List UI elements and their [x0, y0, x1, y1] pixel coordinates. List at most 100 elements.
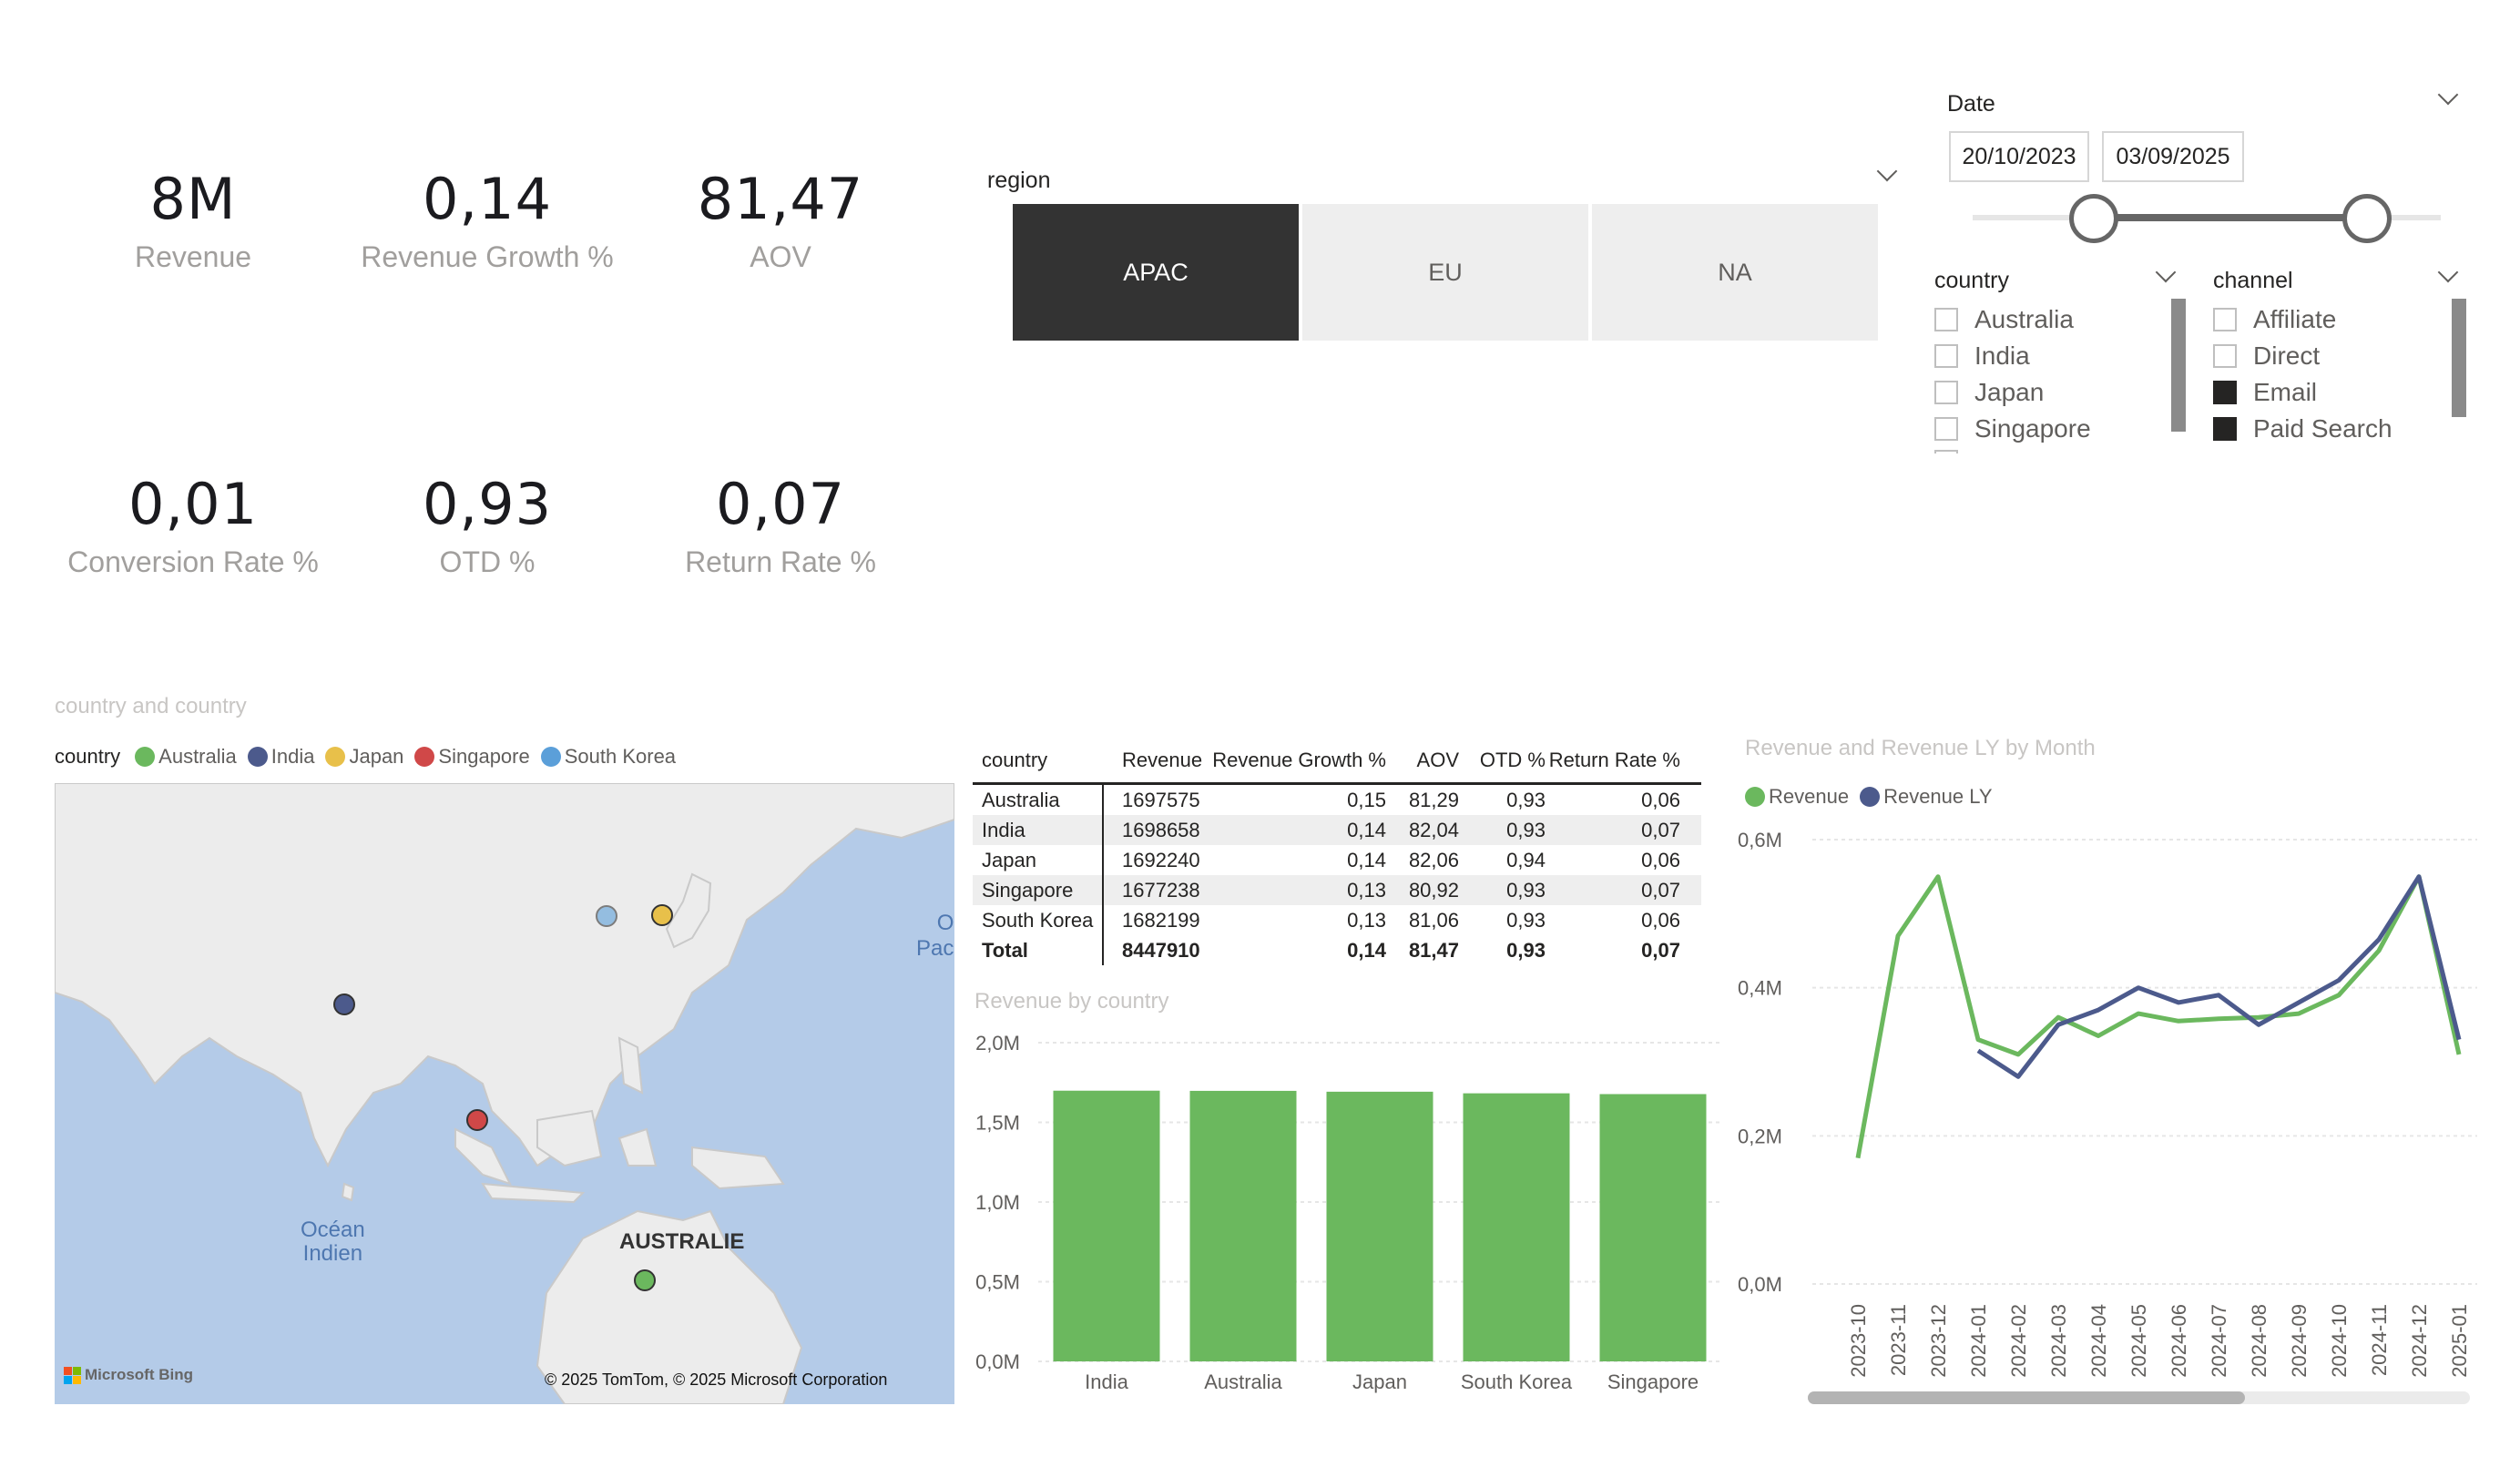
legend-dot: [247, 747, 268, 767]
kpi-value: 0,01: [128, 471, 259, 537]
kpi-aov: 81,47 AOV: [635, 164, 926, 274]
legend-dot: [325, 747, 346, 767]
col-header[interactable]: Revenue Growth %: [1209, 749, 1386, 772]
chevron-down-icon[interactable]: [2437, 84, 2459, 106]
line-chart: 0,0M 0,2M 0,4M 0,6M 2023-10 2023-11 2023-12 202…: [1738, 829, 2477, 1378]
map-point-south-korea[interactable]: [596, 905, 617, 927]
country-option-australia[interactable]: Australia: [1934, 303, 2074, 336]
x-tick-label: South Korea: [1461, 1370, 1573, 1393]
table-row[interactable]: Singapore 1677238 0,13 80,92 0,93 0,07: [973, 875, 1701, 905]
checkbox[interactable]: [1934, 308, 1958, 331]
date-start-input[interactable]: 20/10/2023: [1949, 131, 2089, 182]
channel-option-paid-search[interactable]: Paid Search: [2213, 413, 2392, 445]
x-tick-label: India: [1085, 1370, 1128, 1393]
kpi-otd: 0,93 OTD %: [342, 469, 633, 579]
x-tick-label: Japan: [1352, 1370, 1407, 1393]
bar[interactable]: [1599, 1094, 1707, 1361]
country-option-japan[interactable]: Japan: [1934, 376, 2044, 409]
legend-item-revenue[interactable]: Revenue: [1745, 785, 1849, 809]
chevron-down-icon[interactable]: [1876, 160, 1898, 182]
bar-chart-title: Revenue by country: [974, 989, 1169, 1014]
checkbox[interactable]: [1934, 417, 1958, 441]
map-legend: country Australia India Japan Singapore …: [55, 745, 687, 769]
chevron-down-icon[interactable]: [2437, 261, 2459, 283]
bar[interactable]: [1326, 1091, 1433, 1361]
checkbox[interactable]: [1934, 381, 1958, 404]
map-canvas[interactable]: Océan Indien AUSTRALIE O Pac Microsoft B…: [55, 783, 954, 1404]
checkbox[interactable]: [2213, 381, 2237, 404]
legend-dot: [540, 747, 561, 767]
channel-slicer-title: channel: [2213, 268, 2293, 293]
col-header[interactable]: Return Rate %: [1546, 749, 1691, 772]
legend-item-south-korea[interactable]: South Korea: [540, 745, 676, 769]
map-label-australia: AUSTRALIE: [619, 1229, 745, 1254]
col-header[interactable]: OTD %: [1459, 749, 1546, 772]
x-tick-label: 2024-08: [2248, 1304, 2270, 1378]
legend-item-singapore[interactable]: Singapore: [414, 745, 530, 769]
map-point-australia[interactable]: [634, 1269, 656, 1291]
series-line[interactable]: [1976, 874, 2462, 1079]
x-tick-label: 2024-12: [2408, 1304, 2431, 1378]
channel-option-affiliate[interactable]: Affiliate: [2213, 303, 2336, 336]
checkbox[interactable]: [2213, 417, 2237, 441]
region-tile-na[interactable]: NA: [1592, 204, 1878, 341]
map-point-japan[interactable]: [651, 904, 673, 926]
kpi-label: Revenue: [134, 240, 252, 273]
x-tick-label: 2025-01: [2448, 1304, 2471, 1378]
table-row[interactable]: South Korea 1682199 0,13 81,06 0,93 0,06: [973, 905, 1701, 935]
kpi-revenue-growth: 0,14 Revenue Growth %: [342, 164, 633, 274]
date-range-fill: [2095, 214, 2368, 221]
bar[interactable]: [1189, 1090, 1297, 1361]
bar[interactable]: [1463, 1093, 1570, 1361]
country-table: country Revenue Revenue Growth % AOV OTD…: [973, 738, 1701, 965]
col-header[interactable]: Revenue: [1104, 749, 1209, 772]
legend-item-india[interactable]: India: [247, 745, 314, 769]
checkbox-partial: [1934, 450, 1958, 453]
chevron-down-icon[interactable]: [2155, 261, 2177, 283]
country-slicer-scrollbar[interactable]: [2171, 299, 2186, 432]
col-header[interactable]: country: [973, 738, 1104, 782]
legend-item-australia[interactable]: Australia: [135, 745, 237, 769]
series-line[interactable]: [1855, 874, 2462, 1159]
bing-logo: Microsoft Bing: [64, 1366, 193, 1384]
date-start-handle[interactable]: [2069, 194, 2118, 243]
line-chart-scrollbar[interactable]: [1808, 1391, 2245, 1404]
col-header[interactable]: AOV: [1386, 749, 1459, 772]
map-point-singapore[interactable]: [466, 1109, 488, 1131]
y-tick-label: 2,0M: [975, 1032, 1020, 1055]
line-chart-legend: Revenue Revenue LY: [1745, 785, 2004, 809]
x-tick-label: 2024-02: [2007, 1304, 2030, 1378]
checkbox[interactable]: [1934, 344, 1958, 368]
legend-dot: [135, 747, 156, 767]
date-end-input[interactable]: 03/09/2025: [2102, 131, 2244, 182]
region-tile-eu[interactable]: EU: [1302, 204, 1588, 341]
legend-item-revenue-ly[interactable]: Revenue LY: [1860, 785, 1993, 809]
channel-option-email[interactable]: Email: [2213, 376, 2317, 409]
date-end-handle[interactable]: [2342, 194, 2392, 243]
y-tick-label: 1,0M: [975, 1191, 1020, 1214]
kpi-label: Return Rate %: [685, 545, 876, 578]
x-tick-label: 2023-10: [1847, 1304, 1870, 1378]
channel-slicer-scrollbar[interactable]: [2452, 299, 2466, 417]
map-label-ocean: Océan Indien: [301, 1218, 365, 1266]
x-tick-label: 2024-11: [2368, 1304, 2391, 1376]
kpi-value: 0,07: [715, 471, 846, 537]
table-total-row: Total 8447910 0,14 81,47 0,93 0,07: [973, 935, 1701, 965]
region-tile-apac[interactable]: APAC: [1013, 204, 1299, 341]
country-option-singapore[interactable]: Singapore: [1934, 413, 2091, 445]
country-option-india[interactable]: India: [1934, 340, 2030, 372]
y-tick-label: 0,6M: [1738, 829, 1782, 851]
table-row[interactable]: Japan 1692240 0,14 82,06 0,94 0,06: [973, 845, 1701, 875]
kpi-conversion-rate: 0,01 Conversion Rate %: [47, 469, 339, 579]
bar[interactable]: [1053, 1090, 1160, 1361]
checkbox[interactable]: [2213, 344, 2237, 368]
y-tick-label: 0,0M: [1738, 1273, 1782, 1296]
table-row[interactable]: India 1698658 0,14 82,04 0,93 0,07: [973, 815, 1701, 845]
table-row[interactable]: Australia 1697575 0,15 81,29 0,93 0,06: [973, 785, 1701, 815]
country-slicer-title: country: [1934, 268, 2009, 293]
legend-item-japan[interactable]: Japan: [325, 745, 403, 769]
legend-title: country: [55, 745, 121, 768]
channel-option-direct[interactable]: Direct: [2213, 340, 2320, 372]
map-point-india[interactable]: [333, 993, 355, 1015]
checkbox[interactable]: [2213, 308, 2237, 331]
